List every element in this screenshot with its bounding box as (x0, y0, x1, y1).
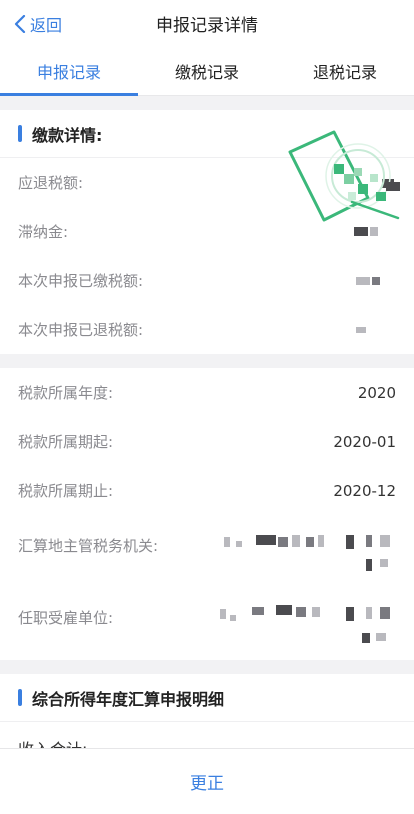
tax-authority-label: 汇算地主管税务机关: (18, 537, 159, 555)
chevron-left-icon (14, 15, 26, 33)
refund-amount-label: 应退税额: (18, 174, 84, 192)
period-end-row: 税款所属期止: 2020-12 (0, 466, 414, 515)
bottom-action-bar: 更正 (0, 748, 414, 814)
masked-value (352, 274, 396, 288)
tax-authority-row: 汇算地主管税务机关: (0, 515, 414, 587)
section-title-annual-detail: 综合所得年度汇算申报明细 (32, 689, 225, 709)
refunded-amount-row: 本次申报已退税额: (0, 305, 414, 354)
period-start-row: 税款所属期起: 2020-01 (0, 417, 414, 466)
paid-amount-label: 本次申报已缴税额: (18, 272, 144, 290)
section-marker (18, 689, 22, 706)
tax-info-card: 税款所属年度: 2020 税款所属期起: 2020-01 税款所属期止: 202… (0, 368, 414, 660)
masked-value (216, 603, 396, 663)
period-start-value: 2020-01 (333, 432, 396, 451)
section-title-payment: 缴款详情: (32, 125, 103, 145)
tax-year-value: 2020 (357, 383, 396, 402)
tab-bar: 申报记录 缴税记录 退税记录 (0, 46, 414, 96)
paid-amount-row: 本次申报已缴税额: (0, 256, 414, 305)
tab-refund-record[interactable]: 退税记录 (276, 46, 414, 95)
income-total-label: 收入合计: (18, 736, 87, 748)
income-total-row: 收入合计: (0, 722, 414, 748)
employer-label: 任职受雇单位: (18, 609, 114, 627)
masked-value (216, 533, 396, 593)
back-label: 返回 (30, 16, 63, 35)
section-marker (18, 125, 22, 142)
tab-payment-record[interactable]: 缴税记录 (138, 46, 276, 95)
employer-row: 任职受雇单位: (0, 587, 414, 659)
back-button[interactable]: 返回 (14, 12, 62, 36)
page-title: 申报记录详情 (156, 15, 258, 36)
period-end-label: 税款所属期止: (18, 482, 114, 500)
tax-year-label: 税款所属年度: (18, 384, 114, 402)
tax-year-row: 税款所属年度: 2020 (0, 368, 414, 417)
tab-declaration-record[interactable]: 申报记录 (0, 46, 138, 96)
refunded-amount-label: 本次申报已退税额: (18, 321, 144, 339)
masked-value (352, 323, 396, 337)
seal-stamp-icon (288, 130, 400, 222)
correct-button[interactable]: 更正 (190, 769, 224, 794)
annual-detail-card: 综合所得年度汇算申报明细 收入合计: (0, 674, 414, 748)
section-header-annual-detail: 综合所得年度汇算申报明细 (0, 674, 414, 722)
period-start-label: 税款所属期起: (18, 433, 114, 451)
period-end-value: 2020-12 (333, 481, 396, 500)
nav-bar: 返回 申报记录详情 (0, 0, 414, 46)
late-fee-label: 滞纳金: (18, 223, 69, 241)
